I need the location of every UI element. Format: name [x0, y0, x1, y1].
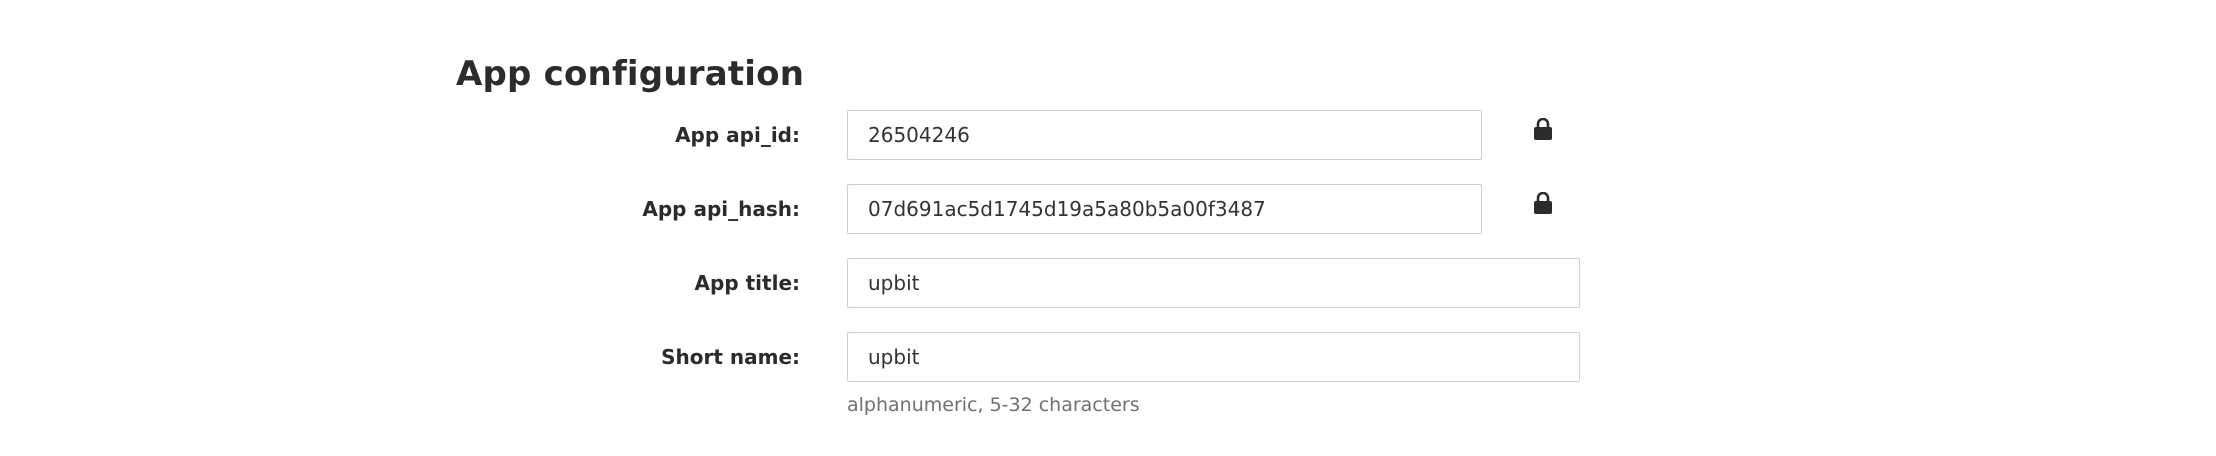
api-hash-field[interactable]: [847, 184, 1482, 234]
short-name-field[interactable]: [847, 332, 1580, 382]
short-name-row: Short name:: [0, 332, 2216, 382]
app-configuration-page: App configuration App api_id: App api_ha…: [0, 0, 2216, 456]
page-title: App configuration: [456, 54, 805, 94]
app-title-field[interactable]: [847, 258, 1580, 308]
short-name-hint: alphanumeric, 5-32 characters: [847, 394, 1140, 416]
api-id-field[interactable]: [847, 110, 1482, 160]
api-hash-row: App api_hash:: [0, 184, 2216, 234]
app-title-label: App title:: [694, 271, 800, 295]
lock-icon: [1533, 191, 1553, 214]
api-id-row: App api_id:: [0, 110, 2216, 160]
short-name-label: Short name:: [661, 345, 800, 369]
api-id-label: App api_id:: [675, 123, 800, 147]
lock-icon: [1533, 117, 1553, 140]
api-hash-label: App api_hash:: [642, 197, 800, 221]
app-title-row: App title:: [0, 258, 2216, 308]
